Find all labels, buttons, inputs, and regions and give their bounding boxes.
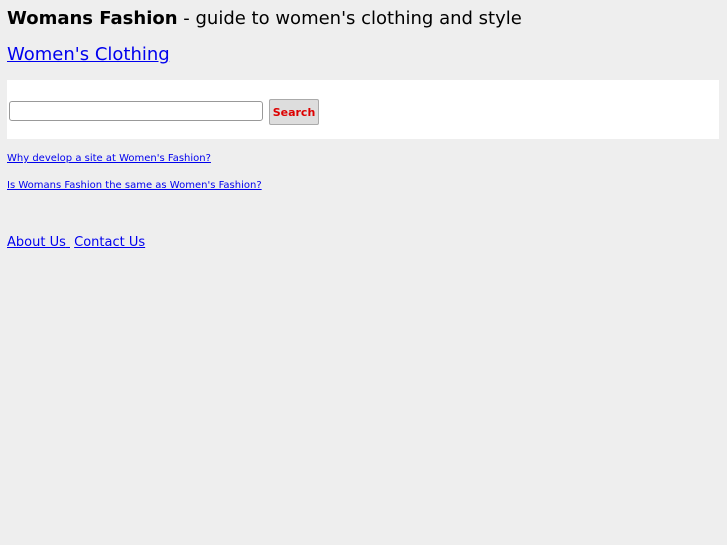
- footer-separator: [66, 235, 70, 250]
- footer-links: About Us Contact Us: [7, 235, 145, 251]
- site-title: Womans Fashion: [7, 8, 178, 29]
- contact-us-link[interactable]: Contact Us: [74, 235, 145, 250]
- faq-link-why-develop[interactable]: Why develop a site at Women's Fashion?: [7, 153, 211, 165]
- site-tagline: - guide to women's clothing and style: [177, 8, 522, 29]
- womens-clothing-link[interactable]: Women's Clothing: [7, 44, 170, 66]
- search-panel: Search: [7, 80, 719, 139]
- faq-link-same-as[interactable]: Is Womans Fashion the same as Women's Fa…: [7, 180, 262, 192]
- search-button[interactable]: Search: [269, 99, 319, 125]
- site-header: Womans Fashion - guide to women's clothi…: [7, 8, 522, 30]
- search-input[interactable]: [9, 101, 263, 121]
- about-us-link[interactable]: About Us: [7, 235, 66, 250]
